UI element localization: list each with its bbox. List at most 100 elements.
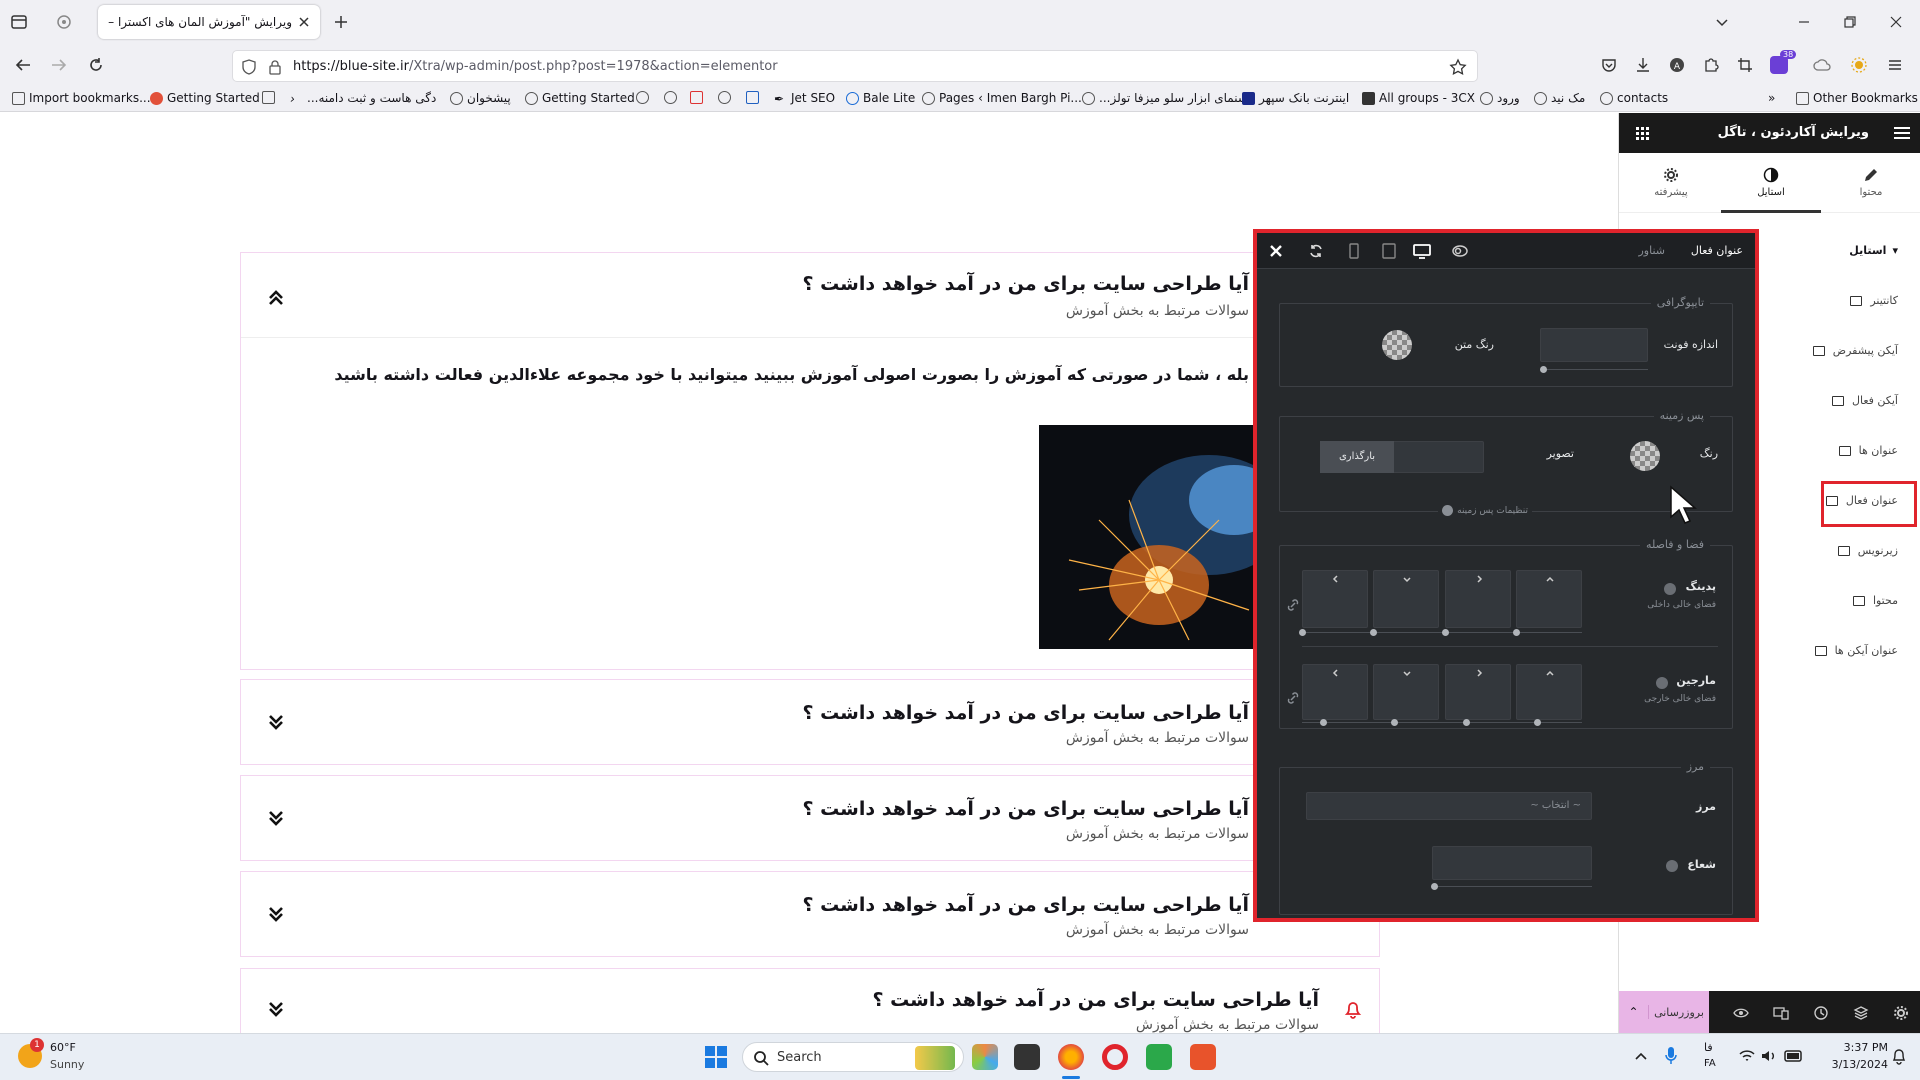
padding-help-icon[interactable] [1664,583,1676,595]
windows-start-icon[interactable] [704,1045,728,1069]
cloud-icon[interactable] [1813,56,1831,74]
sun-extension-icon[interactable] [1850,56,1868,74]
tab-list-icon[interactable] [10,13,28,31]
slider-handle[interactable] [1513,629,1520,636]
reload-icon[interactable] [87,56,105,74]
tab-style[interactable]: استایل [1721,153,1821,213]
bookmark-item[interactable]: Getting Started [525,91,635,105]
responsive-mode-icon[interactable] [1773,1005,1789,1021]
faq-question[interactable]: آیا طراحی سایت برای من در آمد خواهد داشت… [802,273,1249,295]
bookmark-item[interactable]: Bale Lite [846,91,915,105]
side-item-titles[interactable]: عنوان ها [1838,444,1898,457]
side-item-active-icon[interactable]: آیکن فعال [1832,394,1898,407]
weather-temp[interactable]: 60°F [50,1041,76,1054]
upload-button[interactable]: بارگذاری [1320,441,1394,473]
padding-top-input[interactable] [1516,570,1582,628]
radius-input[interactable] [1432,846,1592,880]
bookmark-item[interactable] [262,91,275,104]
url-bar[interactable]: https://blue-site.ir/Xtra/wp-admin/post.… [232,50,1478,82]
show-hidden-icons-chevron[interactable] [1634,1050,1648,1062]
bookmark-item[interactable]: › ...دگی هاست و ثبت دامنه [290,91,436,106]
layers-icon[interactable] [1853,1005,1869,1021]
margin-right-input[interactable] [1445,664,1511,720]
tab-content[interactable]: محتوا [1821,153,1920,213]
link-values-icon[interactable] [1286,598,1300,612]
more-bookmarks-chevron-icon[interactable]: » [1768,91,1775,105]
bookmark-item[interactable]: اینترنت بانک سپهر [1242,91,1349,105]
list-all-tabs-icon[interactable] [1714,14,1730,30]
taskbar-search-box[interactable]: Search [742,1042,964,1072]
minimize-icon[interactable] [1796,14,1812,30]
firefox-view-icon[interactable] [55,13,73,31]
font-size-slider-handle[interactable] [1540,366,1547,373]
bg-color-swatch[interactable] [1630,441,1660,471]
chevron-down-double-icon[interactable] [265,712,287,734]
extensions-puzzle-icon[interactable] [1702,56,1720,74]
crop-icon[interactable] [1736,56,1754,74]
tab-active-state[interactable]: عنوان فعال [1691,244,1743,257]
bookmark-item[interactable]: Pages ‹ Imen Bargh Pi... [922,91,1082,105]
slider-handle[interactable] [1391,719,1398,726]
font-size-input[interactable] [1540,328,1648,362]
padding-left-input[interactable] [1302,570,1368,628]
bookmark-item[interactable]: Import bookmarks... [12,91,151,105]
weather-desc[interactable]: Sunny [50,1058,84,1071]
side-item-active-title[interactable]: عنوان فعال [1825,494,1898,507]
bookmark-item[interactable] [746,91,759,104]
faq-item[interactable]: آیا طراحی سایت برای من در آمد خواهد داشت… [240,871,1380,957]
restore-icon[interactable] [1842,14,1858,30]
active-tab[interactable]: ویرایش "آموزش المان های اکسترا – ع [98,5,320,39]
battery-icon[interactable] [1784,1048,1804,1064]
clock-time[interactable]: 3:37 PM [1828,1041,1888,1054]
microphone-icon[interactable] [1664,1046,1678,1066]
preview-eye-icon[interactable] [1733,1005,1749,1021]
bg-settings-toggle[interactable]: تنظیمات پس زمینه [1438,505,1532,516]
tab-advanced[interactable]: پیشرفته [1621,153,1721,213]
lock-icon[interactable] [267,59,283,75]
bookmark-star-icon[interactable] [1449,58,1467,76]
margin-left-input[interactable] [1302,664,1368,720]
pocket-icon[interactable] [1600,56,1618,74]
margin-bottom-input[interactable] [1373,664,1439,720]
faq-question[interactable]: آیا طراحی سایت برای من در آمد خواهد داشت… [802,798,1249,820]
clock-date[interactable]: 3/13/2024 [1820,1058,1888,1071]
faq-item[interactable]: آیا طراحی سایت برای من در آمد خواهد داشت… [240,968,1380,1033]
bookmark-item[interactable] [664,91,677,104]
side-item-icon-titles[interactable]: عنوان آیکن ها [1814,644,1898,657]
back-icon[interactable] [14,56,32,74]
bookmark-item[interactable]: Getting Started [150,91,260,105]
downloads-icon[interactable] [1634,56,1652,74]
opera-icon[interactable] [1102,1044,1128,1070]
input-language-code[interactable]: FA [1704,1058,1716,1069]
slider-handle[interactable] [1431,883,1438,890]
bookmark-item[interactable] [690,91,703,104]
reset-refresh-icon[interactable] [1308,243,1324,259]
chevron-down-double-icon[interactable] [265,808,287,830]
bookmark-item[interactable]: ورود [1480,91,1520,105]
slider-handle[interactable] [1299,629,1306,636]
eye-toggle-icon[interactable] [1452,244,1468,258]
slider-handle[interactable] [1370,629,1377,636]
radius-help-icon[interactable] [1666,860,1678,872]
close-popup-icon[interactable] [1269,244,1283,258]
slider-handle[interactable] [1442,629,1449,636]
bookmark-item[interactable] [636,91,649,104]
camtasia-recorder-icon[interactable] [1146,1044,1172,1070]
side-item-subtitle[interactable]: زیرنویس [1837,544,1898,557]
forward-icon[interactable] [50,56,68,74]
close-tab-icon[interactable] [298,16,310,28]
other-bookmarks[interactable]: Other Bookmarks [1796,91,1918,105]
text-color-swatch[interactable] [1382,330,1412,360]
faq-question[interactable]: آیا طراحی سایت برای من در آمد خواهد داشت… [802,894,1249,916]
history-icon[interactable] [1813,1005,1829,1021]
faq-item[interactable]: آیا طراحی سایت برای من در آمد خواهد داشت… [240,679,1380,765]
firefox-icon[interactable] [1058,1044,1084,1070]
margin-help-icon[interactable] [1656,677,1668,689]
faq-item[interactable]: آیا طراحی سایت برای من در آمد خواهد داشت… [240,775,1380,861]
slider-handle[interactable] [1320,719,1327,726]
chevron-up-double-icon[interactable] [265,286,287,308]
copilot-icon[interactable] [972,1044,998,1070]
chevron-down-double-icon[interactable] [265,904,287,926]
bookmark-item[interactable]: All groups - 3CX [1362,91,1475,105]
wifi-icon[interactable] [1738,1048,1756,1064]
